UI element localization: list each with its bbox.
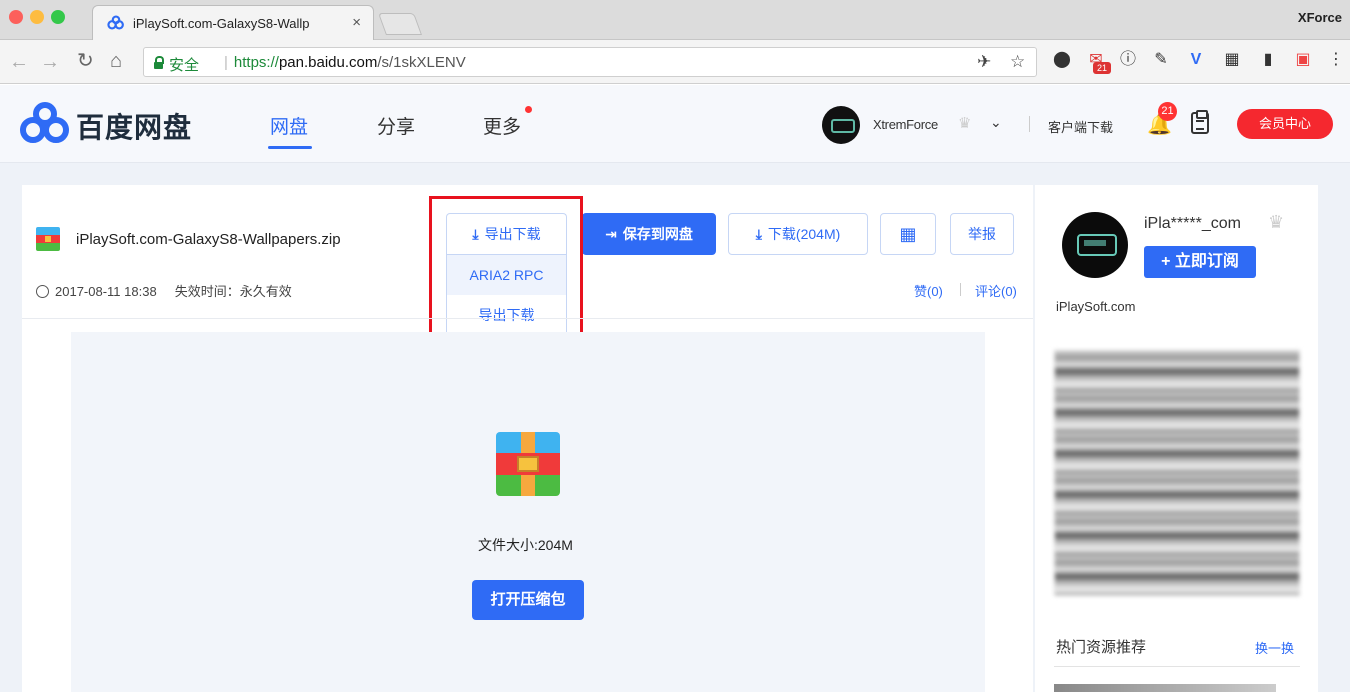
username[interactable]: XtremForce bbox=[873, 117, 938, 132]
hot-resource-thumbnail[interactable] bbox=[1054, 684, 1276, 692]
notification-count-badge: 21 bbox=[1158, 102, 1177, 121]
sharer-name[interactable]: iPla*****_com bbox=[1144, 215, 1241, 233]
extension-info-icon[interactable]: ⓘ bbox=[1118, 50, 1138, 70]
extension-badge: 21 bbox=[1093, 62, 1111, 74]
url-text[interactable]: | https://pan.baidu.com/s/1skXLENV bbox=[224, 54, 466, 71]
browser-tab[interactable]: iPlaySoft.com-GalaxyS8-Wallp × bbox=[92, 5, 374, 40]
baidu-netdisk-logo-icon[interactable] bbox=[20, 102, 70, 144]
browser-profile-name[interactable]: XForce bbox=[1298, 10, 1342, 25]
minimize-window-icon[interactable] bbox=[30, 10, 44, 24]
bookmark-star-icon[interactable]: ☆ bbox=[1010, 52, 1025, 72]
logo-text[interactable]: 百度网盘 bbox=[76, 106, 192, 146]
sharer-site: iPlaySoft.com bbox=[1056, 299, 1136, 314]
open-archive-button[interactable]: 打开压缩包 bbox=[472, 580, 584, 620]
download-button[interactable]: ⤓ 下载(204M) bbox=[728, 213, 868, 255]
header-divider bbox=[1029, 116, 1030, 132]
file-name: iPlaySoft.com-GalaxyS8-Wallpapers.zip bbox=[76, 231, 341, 248]
hot-resources-title: 热门资源推荐 bbox=[1056, 639, 1147, 656]
nav-netdisk[interactable]: 网盘 bbox=[270, 112, 308, 139]
file-meta: 2017-08-11 18:38 失效时间：永久有效 bbox=[36, 281, 292, 300]
chevron-down-icon[interactable]: ⌄ bbox=[990, 114, 1002, 131]
hot-resources-divider bbox=[1054, 666, 1300, 667]
share-date: 2017-08-11 18:38 bbox=[55, 284, 157, 299]
vip-center-button[interactable]: 会员中心 bbox=[1237, 109, 1333, 139]
save-to-netdisk-button[interactable]: ⇥ 保存到网盘 bbox=[582, 213, 716, 255]
save-icon: ⇥ bbox=[605, 226, 617, 242]
sharer-vip-crown-icon: ♛ bbox=[1268, 212, 1285, 232]
blurred-ad-image[interactable] bbox=[1054, 350, 1300, 596]
file-size: 文件大小:204M bbox=[478, 537, 573, 553]
report-button[interactable]: 举报 bbox=[950, 213, 1014, 255]
home-icon[interactable]: ⌂ bbox=[110, 51, 122, 71]
clock-icon bbox=[36, 285, 49, 298]
reload-icon[interactable]: ↻ bbox=[77, 51, 94, 71]
nav-share[interactable]: 分享 bbox=[377, 112, 415, 139]
like-link[interactable]: 赞(0) bbox=[914, 281, 943, 300]
zip-archive-icon bbox=[496, 432, 560, 496]
extension-v-icon[interactable]: V bbox=[1186, 50, 1206, 70]
header-divider-line bbox=[22, 318, 1033, 319]
extension-pin-icon[interactable]: ✎ bbox=[1151, 50, 1171, 70]
secure-indicator[interactable]: 安全 bbox=[154, 54, 199, 75]
new-indicator-dot bbox=[525, 106, 532, 113]
nav-more[interactable]: 更多 bbox=[483, 112, 521, 139]
comment-link[interactable]: 评论(0) bbox=[975, 281, 1017, 300]
extension-book-icon[interactable]: ▮ bbox=[1258, 50, 1278, 70]
download-icon: ⤓ bbox=[755, 226, 762, 242]
like-comment-divider bbox=[960, 283, 961, 296]
subscribe-button[interactable]: + 立即订阅 bbox=[1144, 246, 1256, 278]
clipboard-icon[interactable] bbox=[1191, 110, 1209, 134]
user-avatar[interactable] bbox=[822, 106, 860, 144]
qr-code-button[interactable]: ▦ bbox=[880, 213, 936, 255]
extension-grid-icon[interactable]: ▦ bbox=[1222, 50, 1242, 70]
tab-close-icon[interactable]: × bbox=[352, 14, 361, 31]
extension-screen-icon[interactable]: ▣ bbox=[1293, 50, 1313, 70]
client-download-link[interactable]: 客户端下载 bbox=[1048, 117, 1113, 136]
zoom-window-icon[interactable] bbox=[51, 10, 65, 24]
browser-menu-icon[interactable]: ⋮ bbox=[1326, 50, 1346, 70]
baidu-favicon-icon bbox=[107, 15, 124, 30]
tab-title: iPlaySoft.com-GalaxyS8-Wallp bbox=[133, 16, 310, 31]
qr-code-icon: ▦ bbox=[899, 224, 917, 244]
lock-icon bbox=[154, 56, 164, 69]
nav-active-underline bbox=[268, 146, 312, 149]
address-bar[interactable]: 安全 | https://pan.baidu.com/s/1skXLENV ✈ ☆ bbox=[143, 47, 1037, 77]
zip-file-icon bbox=[36, 227, 60, 251]
file-preview-area bbox=[71, 332, 985, 692]
forward-arrow-icon[interactable]: → bbox=[40, 52, 60, 72]
vip-crown-icon: ♛ bbox=[958, 115, 972, 132]
back-arrow-icon[interactable]: ← bbox=[9, 52, 29, 72]
swap-link[interactable]: 换一换 bbox=[1255, 638, 1294, 657]
sharer-avatar[interactable] bbox=[1062, 212, 1128, 278]
close-window-icon[interactable] bbox=[9, 10, 23, 24]
extension-record-icon[interactable]: ⬤ bbox=[1052, 50, 1072, 70]
expiry-text: 失效时间：永久有效 bbox=[174, 284, 292, 299]
browser-tabstrip: iPlaySoft.com-GalaxyS8-Wallp × XForce bbox=[0, 0, 1350, 40]
new-tab-button[interactable] bbox=[377, 13, 423, 35]
translate-icon[interactable]: ✈ bbox=[977, 52, 991, 72]
